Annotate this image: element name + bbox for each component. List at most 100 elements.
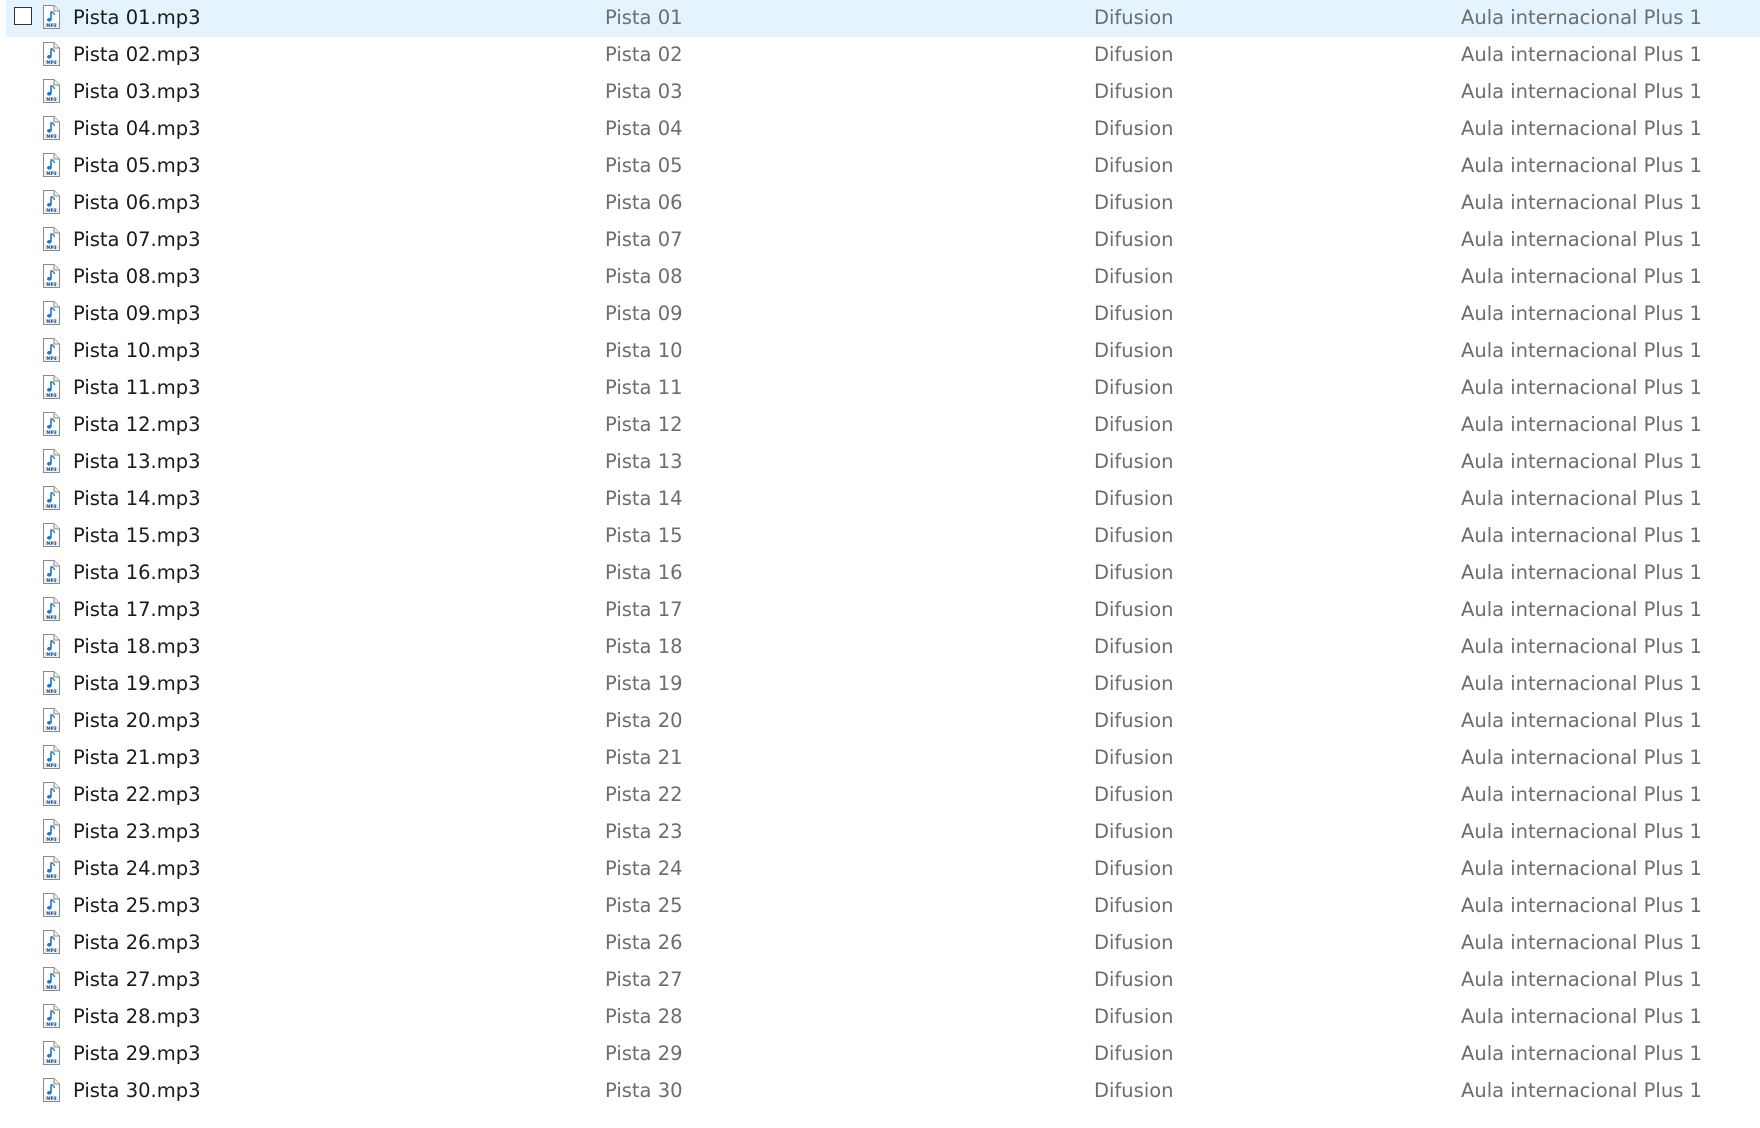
- file-name: Pista 19.mp3: [73, 672, 201, 695]
- file-name: Pista 30.mp3: [73, 1079, 201, 1102]
- file-name: Pista 21.mp3: [73, 746, 201, 769]
- svg-text:MP3: MP3: [46, 652, 56, 657]
- file-artist: Difusion: [1094, 117, 1174, 140]
- svg-text:MP3: MP3: [46, 467, 56, 472]
- file-name: Pista 28.mp3: [73, 1005, 201, 1028]
- file-row[interactable]: MP3 Pista 17.mp3 Pista 17 Difusion Aula …: [6, 592, 1760, 629]
- file-row[interactable]: MP3 Pista 30.mp3 Pista 30 Difusion Aula …: [6, 1073, 1760, 1110]
- file-row[interactable]: MP3 Pista 20.mp3 Pista 20 Difusion Aula …: [6, 703, 1760, 740]
- file-artist: Difusion: [1094, 1042, 1174, 1065]
- file-title: Pista 28: [605, 1005, 683, 1028]
- file-title: Pista 26: [605, 931, 683, 954]
- file-name: Pista 05.mp3: [73, 154, 201, 177]
- svg-text:MP3: MP3: [46, 541, 56, 546]
- file-row[interactable]: MP3 Pista 02.mp3 Pista 02 Difusion Aula …: [6, 37, 1760, 74]
- file-title: Pista 06: [605, 191, 683, 214]
- file-title: Pista 25: [605, 894, 683, 917]
- mp3-file-icon: MP3: [41, 560, 61, 584]
- mp3-file-icon: MP3: [41, 634, 61, 658]
- file-artist: Difusion: [1094, 154, 1174, 177]
- file-album: Aula internacional Plus 1: [1461, 1079, 1702, 1102]
- file-row[interactable]: MP3 Pista 24.mp3 Pista 24 Difusion Aula …: [6, 851, 1760, 888]
- file-row[interactable]: MP3 Pista 22.mp3 Pista 22 Difusion Aula …: [6, 777, 1760, 814]
- file-artist: Difusion: [1094, 709, 1174, 732]
- file-row[interactable]: MP3 Pista 21.mp3 Pista 21 Difusion Aula …: [6, 740, 1760, 777]
- svg-text:MP3: MP3: [46, 356, 56, 361]
- svg-text:MP3: MP3: [46, 171, 56, 176]
- file-row[interactable]: MP3 Pista 11.mp3 Pista 11 Difusion Aula …: [6, 370, 1760, 407]
- svg-text:MP3: MP3: [46, 689, 56, 694]
- file-row[interactable]: MP3 Pista 12.mp3 Pista 12 Difusion Aula …: [6, 407, 1760, 444]
- file-name: Pista 20.mp3: [73, 709, 201, 732]
- file-row[interactable]: MP3 Pista 09.mp3 Pista 09 Difusion Aula …: [6, 296, 1760, 333]
- file-row[interactable]: MP3 Pista 19.mp3 Pista 19 Difusion Aula …: [6, 666, 1760, 703]
- file-row[interactable]: MP3 Pista 26.mp3 Pista 26 Difusion Aula …: [6, 925, 1760, 962]
- file-title: Pista 30: [605, 1079, 683, 1102]
- file-name: Pista 14.mp3: [73, 487, 201, 510]
- svg-text:MP3: MP3: [46, 245, 56, 250]
- mp3-file-icon: MP3: [41, 5, 61, 29]
- file-album: Aula internacional Plus 1: [1461, 265, 1702, 288]
- svg-text:MP3: MP3: [46, 319, 56, 324]
- file-title: Pista 24: [605, 857, 683, 880]
- svg-text:MP3: MP3: [46, 948, 56, 953]
- file-name: Pista 29.mp3: [73, 1042, 201, 1065]
- file-name: Pista 03.mp3: [73, 80, 201, 103]
- file-artist: Difusion: [1094, 635, 1174, 658]
- file-artist: Difusion: [1094, 43, 1174, 66]
- mp3-file-icon: MP3: [41, 597, 61, 621]
- file-name: Pista 02.mp3: [73, 43, 201, 66]
- file-name: Pista 15.mp3: [73, 524, 201, 547]
- mp3-file-icon: MP3: [41, 1041, 61, 1065]
- svg-text:MP3: MP3: [46, 1096, 56, 1101]
- file-row[interactable]: MP3 Pista 10.mp3 Pista 10 Difusion Aula …: [6, 333, 1760, 370]
- file-row[interactable]: MP3 Pista 06.mp3 Pista 06 Difusion Aula …: [6, 185, 1760, 222]
- file-album: Aula internacional Plus 1: [1461, 1042, 1702, 1065]
- file-row[interactable]: MP3 Pista 04.mp3 Pista 04 Difusion Aula …: [6, 111, 1760, 148]
- row-checkbox[interactable]: [14, 7, 32, 25]
- svg-text:MP3: MP3: [46, 911, 56, 916]
- file-title: Pista 12: [605, 413, 683, 436]
- file-artist: Difusion: [1094, 894, 1174, 917]
- file-row[interactable]: MP3 Pista 01.mp3 Pista 01 Difusion Aula …: [6, 0, 1760, 37]
- file-row[interactable]: MP3 Pista 16.mp3 Pista 16 Difusion Aula …: [6, 555, 1760, 592]
- file-artist: Difusion: [1094, 820, 1174, 843]
- file-row[interactable]: MP3 Pista 14.mp3 Pista 14 Difusion Aula …: [6, 481, 1760, 518]
- file-row[interactable]: MP3 Pista 23.mp3 Pista 23 Difusion Aula …: [6, 814, 1760, 851]
- file-row[interactable]: MP3 Pista 07.mp3 Pista 07 Difusion Aula …: [6, 222, 1760, 259]
- file-title: Pista 03: [605, 80, 683, 103]
- file-title: Pista 11: [605, 376, 683, 399]
- file-artist: Difusion: [1094, 6, 1174, 29]
- file-artist: Difusion: [1094, 1005, 1174, 1028]
- file-artist: Difusion: [1094, 487, 1174, 510]
- file-title: Pista 19: [605, 672, 683, 695]
- file-name: Pista 10.mp3: [73, 339, 201, 362]
- svg-text:MP3: MP3: [46, 134, 56, 139]
- file-row[interactable]: MP3 Pista 28.mp3 Pista 28 Difusion Aula …: [6, 999, 1760, 1036]
- mp3-file-icon: MP3: [41, 486, 61, 510]
- file-artist: Difusion: [1094, 783, 1174, 806]
- file-title: Pista 27: [605, 968, 683, 991]
- file-title: Pista 20: [605, 709, 683, 732]
- file-row[interactable]: MP3 Pista 08.mp3 Pista 08 Difusion Aula …: [6, 259, 1760, 296]
- file-artist: Difusion: [1094, 413, 1174, 436]
- svg-text:MP3: MP3: [46, 504, 56, 509]
- file-name: Pista 24.mp3: [73, 857, 201, 880]
- file-row[interactable]: MP3 Pista 13.mp3 Pista 13 Difusion Aula …: [6, 444, 1760, 481]
- file-row[interactable]: MP3 Pista 15.mp3 Pista 15 Difusion Aula …: [6, 518, 1760, 555]
- svg-text:MP3: MP3: [46, 430, 56, 435]
- file-artist: Difusion: [1094, 598, 1174, 621]
- file-row[interactable]: MP3 Pista 18.mp3 Pista 18 Difusion Aula …: [6, 629, 1760, 666]
- file-name: Pista 27.mp3: [73, 968, 201, 991]
- file-row[interactable]: MP3 Pista 05.mp3 Pista 05 Difusion Aula …: [6, 148, 1760, 185]
- mp3-file-icon: MP3: [41, 782, 61, 806]
- file-row[interactable]: MP3 Pista 25.mp3 Pista 25 Difusion Aula …: [6, 888, 1760, 925]
- file-artist: Difusion: [1094, 376, 1174, 399]
- file-row[interactable]: MP3 Pista 27.mp3 Pista 27 Difusion Aula …: [6, 962, 1760, 999]
- file-row[interactable]: MP3 Pista 03.mp3 Pista 03 Difusion Aula …: [6, 74, 1760, 111]
- svg-text:MP3: MP3: [46, 1059, 56, 1064]
- svg-text:MP3: MP3: [46, 578, 56, 583]
- file-row[interactable]: MP3 Pista 29.mp3 Pista 29 Difusion Aula …: [6, 1036, 1760, 1073]
- file-artist: Difusion: [1094, 265, 1174, 288]
- file-title: Pista 10: [605, 339, 683, 362]
